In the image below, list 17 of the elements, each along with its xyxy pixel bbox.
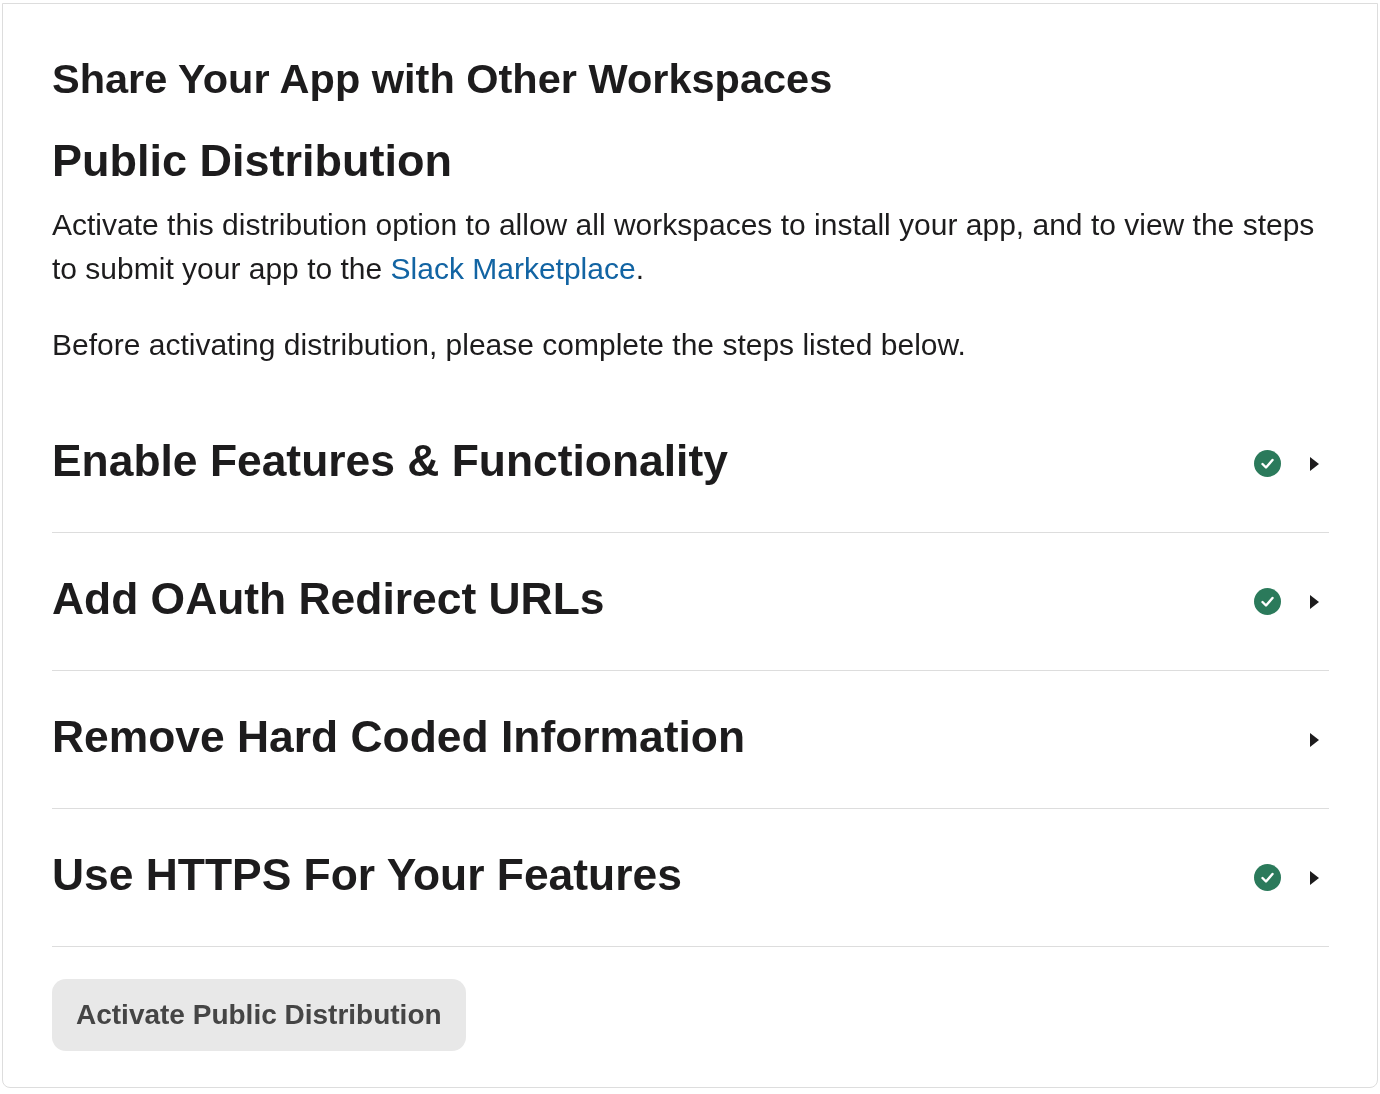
caret-icon[interactable]	[1310, 594, 1319, 609]
step-row[interactable]: Add OAuth Redirect URLs	[52, 533, 1329, 671]
distribution-heading: Public Distribution	[52, 135, 453, 187]
step-row[interactable]: Remove Hard Coded Information	[52, 671, 1329, 809]
step-row[interactable]: Use HTTPS For Your Features	[52, 809, 1329, 947]
step-title: Enable Features & Functionality	[52, 434, 728, 487]
step-title: Use HTTPS For Your Features	[52, 848, 682, 901]
step-title: Add OAuth Redirect URLs	[52, 572, 605, 625]
caret-icon[interactable]	[1310, 732, 1319, 747]
section-title: Share Your App with Other Workspaces	[52, 55, 834, 103]
caret-icon[interactable]	[1310, 870, 1319, 885]
instruction-text: Before activating distribution, please complete the steps listed below.	[52, 327, 967, 363]
caret-icon[interactable]	[1310, 456, 1319, 471]
step-row[interactable]: Enable Features & Functionality	[52, 395, 1329, 533]
step-title: Remove Hard Coded Information	[52, 710, 746, 763]
marketplace-link[interactable]: Slack Marketplace	[390, 252, 636, 285]
description-text: Activate this distribution option to allow all workspaces to install your app, and to view the steps to submit your app to the Slack Marketplace.	[52, 207, 1316, 287]
